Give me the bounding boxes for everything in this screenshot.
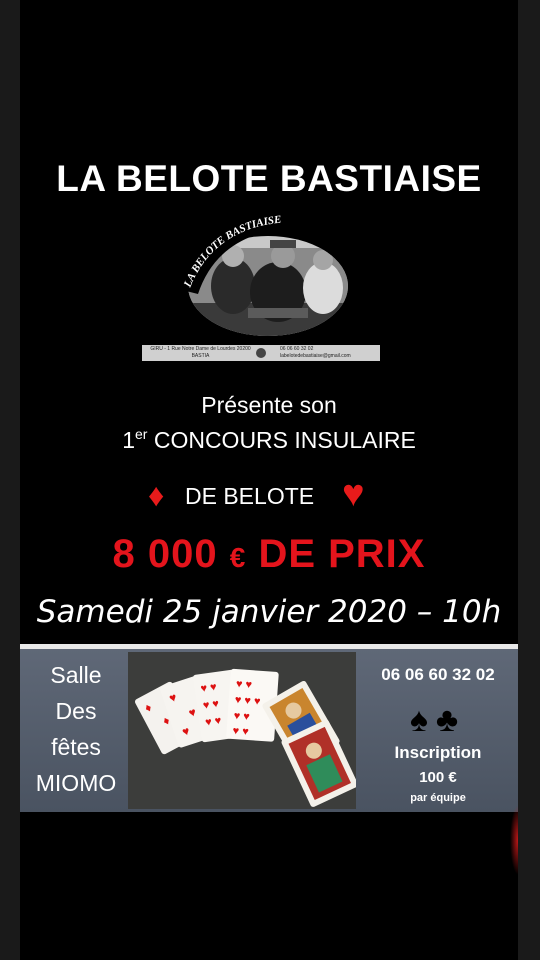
contest-subtitle-row: ♦ DE BELOTE ♥ — [20, 473, 518, 521]
contest-name: 1er CONCOURS INSULAIRE — [122, 426, 416, 453]
event-date: Samedi 25 janvier 2020 – 10h — [36, 594, 502, 630]
logo-contact-strip: GIRU - 1 Rue Notre Dame de Lourdes 20200… — [142, 345, 380, 361]
prize-amount: 8 000 € DE PRIX — [112, 532, 426, 576]
presents-text: Présente son — [201, 392, 337, 418]
svg-text:♥ ♥ ♥: ♥ ♥ ♥ — [234, 694, 260, 708]
suits-icons: ♠♣ — [358, 701, 518, 740]
svg-text:♥ ♥: ♥ ♥ — [205, 715, 223, 729]
spade-icon: ♠ — [409, 701, 436, 739]
contest-subtitle: DE BELOTE — [185, 483, 315, 509]
poster: LA BELOTE BASTIAISE LA BELOTE BASTIAISE … — [20, 0, 518, 960]
poster-title: LA BELOTE BASTIAISE — [56, 158, 482, 199]
inscription-per: par équipe — [410, 792, 466, 804]
inscription-label: Inscription — [394, 743, 482, 762]
playing-cards-photo: ♦ ♦ ♥ ♥ ♥ ♥ ♥ ♥ ♥ ♥ ♥ ♥ ♥ ♥ ♥ ♥ ♥ ♥ ♥ ♥ — [128, 652, 358, 809]
logo-contact: 06 06 60 32 02 labelotedebastiaise@gmail… — [280, 346, 351, 359]
svg-text:♥ ♥: ♥ ♥ — [200, 681, 218, 695]
club-icon: ♣ — [435, 701, 467, 739]
svg-text:♥ ♥: ♥ ♥ — [235, 678, 252, 691]
info-panel: Salle Des fêtes MIOMO ♦ ♦ ♥ ♥ ♥ ♥ ♥ ♥ ♥ ♥ ♥ ♥… — [20, 649, 518, 812]
phone-number: 06 06 60 32 02 — [381, 665, 495, 684]
inscription-price: 100 € — [419, 769, 457, 786]
svg-text:♥ ♥: ♥ ♥ — [232, 725, 249, 738]
venue-name: Salle Des fêtes MIOMO — [35, 662, 117, 796]
logo-mini-icon — [256, 348, 266, 358]
heart-icon: ♥ — [342, 473, 365, 515]
diamond-icon: ♦ — [148, 477, 165, 513]
svg-text:♥ ♥: ♥ ♥ — [202, 698, 220, 712]
svg-text:♥ ♥: ♥ ♥ — [233, 710, 250, 723]
edge-glow — [510, 805, 518, 875]
logo-address: GIRU - 1 Rue Notre Dame de Lourdes 20200… — [150, 346, 251, 359]
club-logo: LA BELOTE BASTIAISE — [178, 208, 348, 338]
